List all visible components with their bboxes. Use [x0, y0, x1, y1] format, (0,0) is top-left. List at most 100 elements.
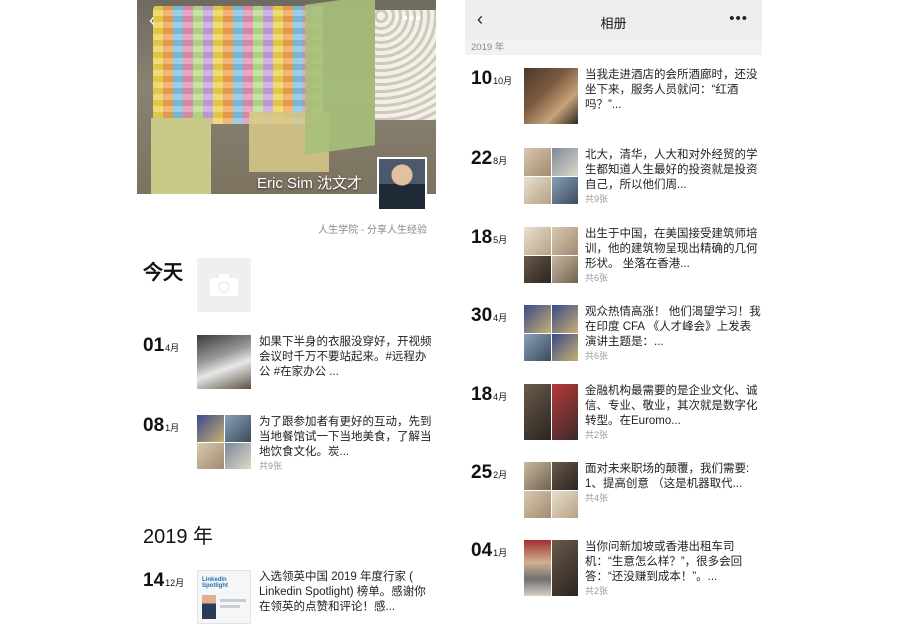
- post-text: 面对未来职场的颠覆，我们需要: 1、提高创意 （这是机器取代...: [585, 463, 750, 490]
- post-text: 出生于中国，在美国接受建筑师培训，他的建筑物呈现出精确的几何形状。 坐落在香港.…: [585, 228, 758, 270]
- post-month: 1月: [165, 423, 180, 433]
- post-text-block: 观众热情高涨！ 他们渴望学习！我在印度 CFA 《人才峰会》上发表演讲主题是：.…: [585, 305, 761, 362]
- post-text: 北大，清华，人大和对外经贸的学生都知道人生最好的投资就是投资自己，所以他们周..…: [585, 149, 758, 191]
- post-text: 金融机构最需要的是企业文化、诚信、专业、敬业，其次就是数字化转型。在Euromo…: [585, 385, 758, 427]
- thumb-photo: [524, 148, 551, 176]
- post-date: 228月: [471, 148, 507, 170]
- more-dots-icon[interactable]: •••: [402, 10, 422, 28]
- post-date: 304月: [471, 305, 507, 327]
- thumb-photo: [524, 176, 551, 204]
- post-thumbnail-grid[interactable]: [524, 227, 578, 283]
- thumb-photo: [551, 490, 578, 518]
- thumb-photo: [524, 227, 551, 255]
- photo-count: 共9张: [585, 194, 609, 204]
- post-day: 14: [143, 570, 165, 591]
- post-thumbnail-grid[interactable]: [524, 305, 578, 361]
- photo-count: 共6张: [585, 273, 609, 283]
- post-day: 10: [471, 68, 493, 89]
- post-date: 1412月: [143, 570, 184, 592]
- post-text-block: 当你问新加坡或香港出租车司机：“生意怎么样？”，很多会回答：“还没赚到成本！”。…: [585, 540, 761, 597]
- thumb-photo: [551, 305, 578, 333]
- post-month: 12月: [165, 578, 185, 588]
- thumb-photo: [524, 333, 551, 361]
- thumb-photo: [224, 415, 251, 442]
- post-text: 当我走进酒店的会所酒廊时，还没坐下来，服务人员就问：“红酒吗？”...: [585, 69, 758, 111]
- thumb-line: [220, 605, 240, 608]
- post-month: 8月: [493, 156, 508, 166]
- thumb-photo: [551, 384, 578, 440]
- post-month: 2月: [493, 470, 508, 480]
- profile-name: Eric Sim 沈文才: [257, 175, 363, 192]
- photo-count: 共2张: [585, 586, 609, 596]
- album-panel: ‹ 相册 ••• 2019 年 1010月 当我走进酒店的会所酒廊时，还没坐下来…: [465, 0, 762, 633]
- more-dots-icon[interactable]: •••: [729, 10, 748, 27]
- post-month: 4月: [493, 392, 508, 402]
- post-text-block: 金融机构最需要的是企业文化、诚信、专业、敬业，其次就是数字化转型。在Euromo…: [585, 384, 761, 441]
- post-text-block: 北大，清华，人大和对外经贸的学生都知道人生最好的投资就是投资自己，所以他们周..…: [585, 148, 761, 205]
- thumb-photo: [524, 540, 551, 596]
- post-day: 01: [143, 335, 165, 356]
- post-day: 18: [471, 227, 493, 248]
- back-chevron-icon[interactable]: ‹: [149, 10, 155, 31]
- post-day: 08: [143, 415, 165, 436]
- post-date: 184月: [471, 384, 507, 406]
- post-text-block: 为了跟参加者有更好的互动，先到当地餐馆试一下当地美食，了解当地饮食文化。炭...…: [259, 415, 433, 472]
- post-text-block: 出生于中国，在美国接受建筑师培训，他的建筑物呈现出精确的几何形状。 坐落在香港.…: [585, 227, 761, 284]
- post-day: 30: [471, 305, 493, 326]
- post-date: 185月: [471, 227, 507, 249]
- photo-count: 共6张: [585, 351, 609, 361]
- photo-count: 共2张: [585, 430, 609, 440]
- post-thumbnail[interactable]: [197, 335, 251, 389]
- post-text: 如果下半身的衣服没穿好，开视频会议时千万不要站起来。#远程办公 #在家办公 ..…: [259, 336, 432, 378]
- new-post-camera-button[interactable]: [197, 258, 251, 312]
- post-date: 014月: [143, 335, 179, 357]
- post-day: 04: [471, 540, 493, 561]
- post-text: 为了跟参加者有更好的互动，先到当地餐馆试一下当地美食，了解当地饮食文化。炭...: [259, 416, 432, 458]
- thumb-person: [202, 595, 216, 619]
- page-title: 相册: [600, 16, 627, 31]
- post-thumbnail-grid[interactable]: [197, 415, 251, 469]
- post-date: 041月: [471, 540, 507, 562]
- post-thumbnail[interactable]: [524, 68, 578, 124]
- post-month: 5月: [493, 235, 508, 245]
- post-text: 入选领英中国 2019 年度行家 ( Linkedin Spotlight) 榜…: [259, 571, 426, 613]
- camera-icon: [210, 274, 238, 296]
- year-section-header: 2019 年: [465, 40, 762, 55]
- year-heading: 2019 年: [143, 526, 214, 548]
- thumb-line: [220, 599, 246, 602]
- post-month: 4月: [165, 343, 180, 353]
- post-thumbnail-grid[interactable]: [524, 384, 578, 440]
- photo-count: 共4张: [585, 493, 609, 503]
- post-thumbnail[interactable]: LinkedIn Spotlight: [197, 570, 251, 624]
- post-text-block: 入选领英中国 2019 年度行家 ( Linkedin Spotlight) 榜…: [259, 570, 433, 615]
- post-text-block: 如果下半身的衣服没穿好，开视频会议时千万不要站起来。#远程办公 #在家办公 ..…: [259, 335, 433, 380]
- post-thumbnail-grid[interactable]: [524, 540, 578, 596]
- thumb-photo: [551, 255, 578, 283]
- post-text: 当你问新加坡或香港出租车司机：“生意怎么样？”，很多会回答：“还没赚到成本！”。…: [585, 541, 743, 583]
- thumb-photo: [551, 462, 578, 490]
- thumb-photo: [551, 333, 578, 361]
- thumb-photo: [197, 442, 224, 469]
- post-thumbnail-grid[interactable]: [524, 462, 578, 518]
- post-date: 1010月: [471, 68, 512, 90]
- thumb-photo: [551, 176, 578, 204]
- post-date: 252月: [471, 462, 507, 484]
- chalk-box-lid: [305, 0, 375, 155]
- chalk-box-side: [151, 118, 211, 194]
- thumb-photo: [224, 442, 251, 469]
- post-text-block: 当我走进酒店的会所酒廊时，还没坐下来，服务人员就问：“红酒吗？”...: [585, 68, 761, 113]
- thumb-photo: [551, 148, 578, 176]
- post-day: 25: [471, 462, 493, 483]
- post-thumbnail-grid[interactable]: [524, 148, 578, 204]
- post-month: 10月: [493, 76, 513, 86]
- thumb-photo: [524, 490, 551, 518]
- thumb-photo: [524, 462, 551, 490]
- post-day: 18: [471, 384, 493, 405]
- post-month: 4月: [493, 313, 508, 323]
- post-text-block: 面对未来职场的颠覆，我们需要: 1、提高创意 （这是机器取代... 共4张: [585, 462, 761, 504]
- post-text: 观众热情高涨！ 他们渴望学习！我在印度 CFA 《人才峰会》上发表演讲主题是：.…: [585, 306, 761, 348]
- avatar[interactable]: [377, 157, 427, 211]
- today-label: 今天: [143, 262, 183, 284]
- nav-bar: ‹ 相册 •••: [465, 0, 762, 40]
- thumb-photo: [524, 255, 551, 283]
